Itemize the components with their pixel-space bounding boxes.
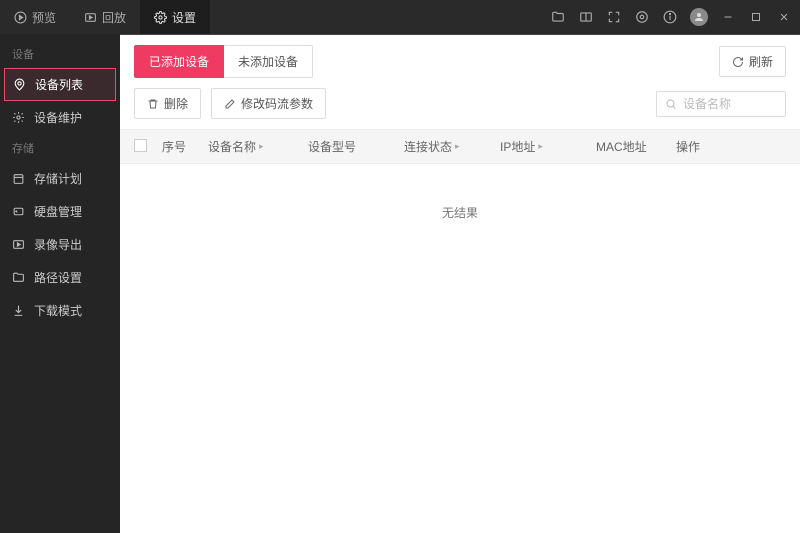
- tab-preview[interactable]: 预览: [0, 0, 70, 34]
- main-panel: 已添加设备 未添加设备 刷新 删除 修改码流参数: [120, 34, 800, 533]
- col-model: 设备型号: [308, 138, 404, 155]
- sidebar-item-label: 硬盘管理: [34, 203, 82, 220]
- modify-label: 修改码流参数: [241, 95, 313, 112]
- col-checkbox: [134, 139, 162, 155]
- sub-tabs: 已添加设备 未添加设备: [134, 45, 313, 78]
- sidebar-item-label: 下载模式: [34, 302, 82, 319]
- sidebar: 设备 设备列表 设备维护 存储 存储计划 硬盘管理 录像导出 路径设置 下载模式: [0, 34, 120, 533]
- refresh-icon: [732, 56, 744, 68]
- sidebar-item-label: 设备维护: [34, 109, 82, 126]
- tab-label: 设置: [172, 9, 196, 26]
- tab-playback[interactable]: 回放: [70, 0, 140, 34]
- disk-icon: [12, 205, 26, 218]
- body: 设备 设备列表 设备维护 存储 存储计划 硬盘管理 录像导出 路径设置 下载模式: [0, 34, 800, 533]
- sidebar-group-storage: 存储: [0, 134, 120, 162]
- sort-icon: ▸: [455, 141, 460, 152]
- sidebar-item-download-mode[interactable]: 下载模式: [0, 294, 120, 327]
- layout-icon[interactable]: [578, 9, 594, 25]
- fullscreen-icon[interactable]: [606, 9, 622, 25]
- export-icon: [12, 238, 26, 251]
- close-icon[interactable]: [776, 9, 792, 25]
- col-index: 序号: [162, 138, 208, 155]
- pin-icon: [13, 78, 27, 91]
- sidebar-item-label: 路径设置: [34, 269, 82, 286]
- play-circle-icon: [14, 11, 27, 24]
- delete-label: 删除: [164, 95, 188, 112]
- user-avatar[interactable]: [690, 8, 708, 26]
- select-all-checkbox[interactable]: [134, 139, 147, 152]
- settings-icon[interactable]: [634, 9, 650, 25]
- sidebar-item-record-export[interactable]: 录像导出: [0, 228, 120, 261]
- toolbar-secondary-left: 删除 修改码流参数: [134, 88, 326, 119]
- calendar-icon: [12, 172, 26, 185]
- edit-icon: [224, 98, 236, 110]
- titlebar: 预览 回放 设置: [0, 0, 800, 34]
- sidebar-item-path-settings[interactable]: 路径设置: [0, 261, 120, 294]
- search-icon: [665, 98, 677, 110]
- sidebar-item-label: 存储计划: [34, 170, 82, 187]
- sidebar-item-label: 设备列表: [35, 76, 83, 93]
- main-tabs: 预览 回放 设置: [0, 0, 210, 34]
- table-header: 序号 设备名称▸ 设备型号 连接状态▸ IP地址▸ MAC地址 操作: [120, 129, 800, 164]
- gear-icon: [154, 11, 167, 24]
- search-input[interactable]: [683, 97, 777, 111]
- sidebar-group-device: 设备: [0, 40, 120, 68]
- playback-icon: [84, 11, 97, 24]
- tab-label: 预览: [32, 9, 56, 26]
- minimize-icon[interactable]: [720, 9, 736, 25]
- toolbar-primary: 已添加设备 未添加设备 刷新: [120, 35, 800, 88]
- subtab-not-added[interactable]: 未添加设备: [224, 45, 313, 78]
- refresh-button[interactable]: 刷新: [719, 46, 786, 77]
- sidebar-item-device-list[interactable]: 设备列表: [4, 68, 116, 101]
- wrench-icon: [12, 111, 26, 124]
- sidebar-item-label: 录像导出: [34, 236, 82, 253]
- modify-stream-button[interactable]: 修改码流参数: [211, 88, 326, 119]
- subtab-added[interactable]: 已添加设备: [134, 45, 224, 78]
- maximize-icon[interactable]: [748, 9, 764, 25]
- tab-label: 回放: [102, 9, 126, 26]
- col-ip[interactable]: IP地址▸: [500, 138, 596, 155]
- sort-icon: ▸: [538, 141, 543, 152]
- empty-state: 无结果: [120, 164, 800, 261]
- titlebar-actions: [550, 8, 792, 26]
- col-name[interactable]: 设备名称▸: [208, 138, 308, 155]
- folder-icon: [12, 271, 26, 284]
- col-mac: MAC地址: [596, 138, 676, 155]
- download-icon: [12, 304, 26, 317]
- sidebar-item-storage-plan[interactable]: 存储计划: [0, 162, 120, 195]
- sidebar-item-disk-manage[interactable]: 硬盘管理: [0, 195, 120, 228]
- delete-button[interactable]: 删除: [134, 88, 201, 119]
- toolbar-secondary: 删除 修改码流参数: [120, 88, 800, 129]
- col-status[interactable]: 连接状态▸: [404, 138, 500, 155]
- refresh-label: 刷新: [749, 53, 773, 70]
- col-op: 操作: [676, 138, 736, 155]
- tab-settings[interactable]: 设置: [140, 0, 210, 34]
- trash-icon: [147, 98, 159, 110]
- sidebar-item-device-maintain[interactable]: 设备维护: [0, 101, 120, 134]
- folder-icon[interactable]: [550, 9, 566, 25]
- sort-icon: ▸: [259, 141, 264, 152]
- info-icon[interactable]: [662, 9, 678, 25]
- search-box[interactable]: [656, 91, 786, 117]
